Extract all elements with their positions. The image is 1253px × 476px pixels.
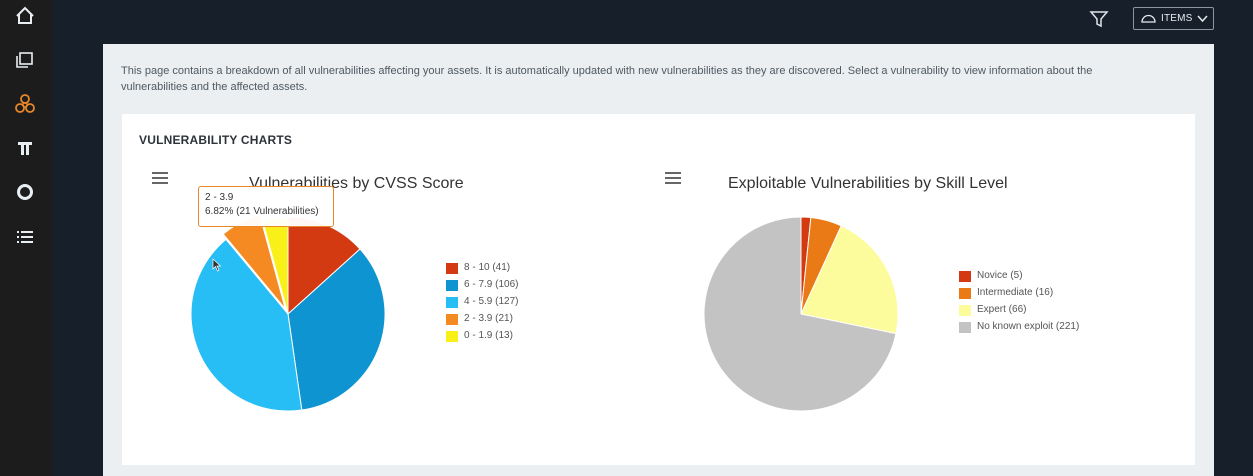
chart2-menu-icon[interactable] [665,172,681,186]
chart1-menu-icon[interactable] [152,172,168,186]
legend-label: 4 - 5.9 (127) [464,296,519,307]
legend-label: 6 - 7.9 (106) [464,279,519,290]
items-label: ITEMS [1161,13,1193,24]
tooltip-detail: 6.82% (21 Vulnerabilities) [205,206,319,217]
legend-label: 2 - 3.9 (21) [464,313,513,324]
legend-swatch [446,314,458,325]
legend-label: Novice (5) [977,270,1023,281]
chart2-pie [703,216,899,412]
legend-swatch [959,322,971,333]
list-icon[interactable] [14,226,36,248]
topbar [52,0,1253,44]
mouse-cursor-icon [212,258,222,272]
tooltip-range: 2 - 3.9 [205,192,234,203]
chevron-down-icon [1197,15,1208,23]
ring-icon[interactable] [14,181,36,203]
sidebar [0,0,52,476]
card-title: VULNERABILITY CHARTS [139,133,293,147]
biohazard-icon[interactable] [14,93,36,115]
assets-icon[interactable] [14,49,36,71]
page-intro-text: This page contains a breakdown of all vu… [121,65,1093,93]
items-dropdown-button[interactable]: ITEMS [1133,7,1214,30]
legend-swatch [446,280,458,291]
chart1-tooltip: 2 - 3.9 6.82% (21 Vulnerabilities) [198,186,334,227]
legend-swatch [446,331,458,342]
legend-swatch [446,263,458,274]
legend-label: Expert (66) [977,304,1027,315]
chart1-pie [190,214,386,412]
legend-label: 8 - 10 (41) [464,262,511,273]
legend-swatch [959,288,971,299]
legend-label: No known exploit (221) [977,321,1080,332]
chart2-title: Exploitable Vulnerabilities by Skill Lev… [728,175,1008,192]
filter-icon[interactable] [1089,10,1109,28]
legend-swatch [959,271,971,282]
cloud-icon [1141,14,1156,23]
legend-label: Intermediate (16) [977,287,1054,298]
home-icon[interactable] [14,5,36,27]
legend-swatch [959,305,971,316]
column-icon[interactable] [14,137,36,159]
legend-label: 0 - 1.9 (13) [464,330,513,341]
legend-swatch [446,297,458,308]
